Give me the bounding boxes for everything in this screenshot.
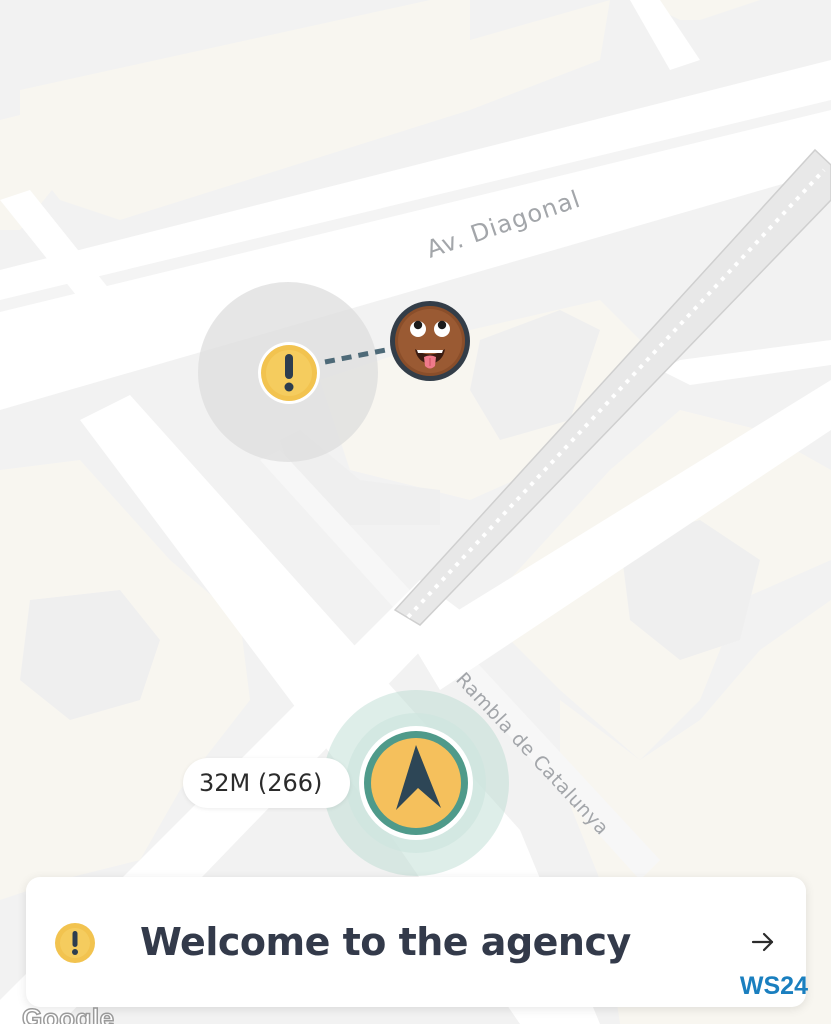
tongue-out-face-icon [390, 301, 470, 381]
arrow-right-icon[interactable] [748, 927, 778, 957]
navigation-marker[interactable] [321, 688, 511, 878]
exclamation-icon [258, 342, 320, 404]
ws24-badge: WS24 [739, 972, 808, 1000]
exclamation-icon [55, 923, 95, 963]
map-attribution-logo: Google [21, 1002, 115, 1024]
navigation-arrow-icon [359, 726, 473, 840]
message-card[interactable]: Welcome to the agency WS24 [26, 877, 808, 1007]
alert-marker[interactable] [256, 340, 322, 406]
player-avatar[interactable] [389, 300, 471, 382]
map-screen: Av. Diagonal Rambla de Catalunya 32M (26… [0, 0, 831, 1024]
card-message-text: Welcome to the agency [140, 920, 631, 964]
